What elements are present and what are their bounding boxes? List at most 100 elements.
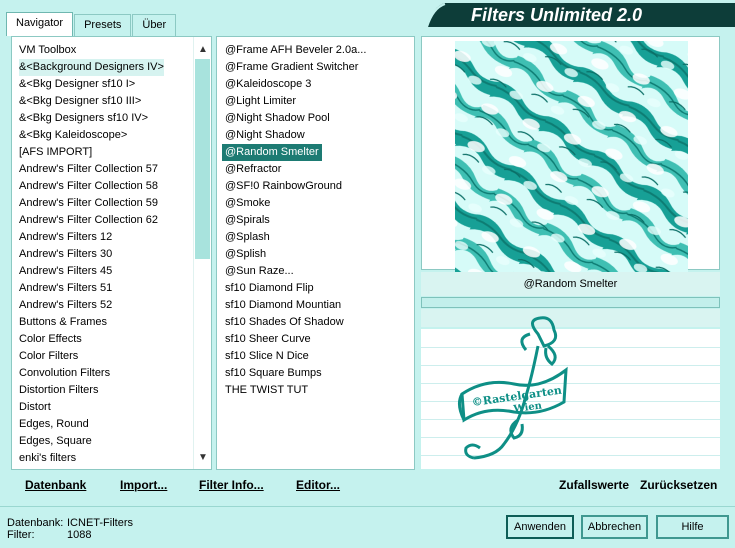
filter-info-button[interactable]: Filter Info...	[199, 478, 264, 492]
filter-item-label: sf10 Slice N Dice	[225, 350, 309, 362]
preview-image	[455, 41, 688, 273]
filter-item-label: sf10 Sheer Curve	[225, 333, 311, 345]
help-button[interactable]: Hilfe	[656, 515, 729, 539]
category-item[interactable]: Andrew's Filter Collection 62	[19, 212, 164, 229]
category-item[interactable]: Edges, Round	[19, 416, 164, 433]
category-item[interactable]: &<Bkg Designer sf10 III>	[19, 93, 164, 110]
filter-item-label: @Random Smelter	[222, 144, 322, 161]
filter-item[interactable]: sf10 Diamond Mountian	[225, 297, 410, 314]
filter-item-label: @Smoke	[225, 197, 271, 209]
app-banner: Filters Unlimited 2.0	[426, 3, 735, 28]
category-item[interactable]: &<Bkg Designer sf10 I>	[19, 76, 164, 93]
category-scrollbar[interactable]: ▲ ▼	[193, 37, 211, 469]
filter-count-label: Filter:	[7, 529, 35, 541]
filter-item[interactable]: @Night Shadow	[225, 127, 410, 144]
status-info: Datenbank: ICNET-Filters Filter: 1088	[7, 517, 133, 541]
category-item[interactable]: Andrew's Filters 45	[19, 263, 164, 280]
category-item[interactable]: Andrew's Filter Collection 59	[19, 195, 164, 212]
preview-panel	[421, 36, 720, 273]
category-item[interactable]: Andrew's Filters 30	[19, 246, 164, 263]
action-bar: Datenbank Import... Filter Info... Edito…	[11, 474, 415, 498]
app-title: Filters Unlimited 2.0	[471, 5, 642, 25]
filter-item-label: @Frame Gradient Switcher	[225, 61, 359, 73]
category-item[interactable]: &<Bkg Kaleidoscope>	[19, 127, 164, 144]
category-item[interactable]: &<Background Designers IV>	[19, 59, 164, 76]
filter-item[interactable]: @Spirals	[225, 212, 410, 229]
category-item[interactable]: Distortion Filters	[19, 382, 164, 399]
filter-item[interactable]: @Kaleidoscope 3	[225, 76, 410, 93]
filter-item[interactable]: sf10 Square Bumps	[225, 365, 410, 382]
filter-item-label: THE TWIST TUT	[225, 384, 309, 396]
filter-item-label: @SF!0 RainbowGround	[225, 180, 342, 192]
database-label: Datenbank:	[7, 517, 64, 529]
editor-button[interactable]: Editor...	[296, 478, 340, 492]
filter-item-label: @Kaleidoscope 3	[225, 78, 312, 90]
filter-item-label: @Refractor	[225, 163, 282, 175]
tab-about[interactable]: Über	[132, 14, 177, 36]
database-button[interactable]: Datenbank	[25, 478, 86, 492]
filter-item-label: @Splish	[225, 248, 267, 260]
filter-item[interactable]: @Random Smelter	[222, 144, 410, 161]
filter-item[interactable]: @SF!0 RainbowGround	[225, 178, 410, 195]
category-item[interactable]: enki's filters	[19, 450, 164, 467]
footer-divider	[0, 506, 735, 507]
cancel-button[interactable]: Abbrechen	[581, 515, 648, 539]
category-item[interactable]: VM Toolbox	[19, 42, 164, 59]
category-item[interactable]: &<Bkg Designers sf10 IV>	[19, 110, 164, 127]
filter-item-label: sf10 Diamond Mountian	[225, 299, 342, 311]
filter-item[interactable]: @Light Limiter	[225, 93, 410, 110]
filter-item[interactable]: sf10 Sheer Curve	[225, 331, 410, 348]
category-item[interactable]: [AFS IMPORT]	[19, 144, 164, 161]
randomize-bar: Zufallswerte Zurücksetzen	[421, 474, 720, 498]
category-item[interactable]: Andrew's Filter Collection 57	[19, 161, 164, 178]
filter-item[interactable]: @Splish	[225, 246, 410, 263]
tab-navigator[interactable]: Navigator	[6, 12, 74, 36]
reset-button[interactable]: Zurücksetzen	[640, 478, 717, 492]
filter-count-value: 1088	[67, 529, 92, 541]
filter-item[interactable]: THE TWIST TUT	[225, 382, 410, 399]
category-item[interactable]: Andrew's Filters 12	[19, 229, 164, 246]
category-list: VM Toolbox &<Background Designers IV> &<Bk…	[11, 36, 212, 470]
selected-filter-name: @Random Smelter	[421, 272, 720, 296]
scrollbar-thumb[interactable]	[195, 59, 210, 259]
category-item[interactable]: Convolution Filters	[19, 365, 164, 382]
apply-button[interactable]: Anwenden	[506, 515, 574, 539]
filter-item[interactable]: @Refractor	[225, 161, 410, 178]
parameter-slider-bar[interactable]	[421, 297, 720, 308]
category-item[interactable]: Andrew's Filters 52	[19, 297, 164, 314]
filter-item-label: sf10 Diamond Flip	[225, 282, 314, 294]
filter-item[interactable]: @Night Shadow Pool	[225, 110, 410, 127]
scroll-up-icon[interactable]: ▲	[194, 41, 211, 59]
filter-item[interactable]: sf10 Diamond Flip	[225, 280, 410, 297]
category-items: VM Toolbox &<Background Designers IV> &<Bk…	[19, 42, 164, 467]
import-button[interactable]: Import...	[120, 478, 167, 492]
filter-item-label: sf10 Shades Of Shadow	[225, 316, 344, 328]
category-item[interactable]: Distort	[19, 399, 164, 416]
filter-list: @Frame AFH Beveler 2.0a... @Frame Gradien…	[216, 36, 415, 470]
filter-item[interactable]: @Splash	[225, 229, 410, 246]
filter-item[interactable]: sf10 Slice N Dice	[225, 348, 410, 365]
category-item[interactable]: Andrew's Filters 51	[19, 280, 164, 297]
database-value: ICNET-Filters	[67, 517, 133, 529]
category-item[interactable]: Buttons & Frames	[19, 314, 164, 331]
filter-item-label: @Light Limiter	[225, 95, 297, 107]
category-item[interactable]: Edges, Square	[19, 433, 164, 450]
tab-presets[interactable]: Presets	[74, 14, 132, 36]
category-item[interactable]: Color Effects	[19, 331, 164, 348]
filter-item[interactable]: @Smoke	[225, 195, 410, 212]
category-item[interactable]: Color Filters	[19, 348, 164, 365]
filter-item-label: @Sun Raze...	[225, 265, 294, 277]
filter-item-label: @Night Shadow Pool	[225, 112, 330, 124]
filter-item-label: sf10 Square Bumps	[225, 367, 322, 379]
filter-item[interactable]: @Frame AFH Beveler 2.0a...	[225, 42, 410, 59]
randomize-button[interactable]: Zufallswerte	[559, 478, 629, 492]
category-item[interactable]: Andrew's Filter Collection 58	[19, 178, 164, 195]
filter-item[interactable]: @Sun Raze...	[225, 263, 410, 280]
scroll-down-icon[interactable]: ▼	[194, 449, 211, 467]
filter-items: @Frame AFH Beveler 2.0a... @Frame Gradien…	[222, 42, 410, 399]
filter-item-label: @Splash	[225, 231, 270, 243]
filter-item[interactable]: sf10 Shades Of Shadow	[225, 314, 410, 331]
filter-item-label: @Night Shadow	[225, 129, 305, 141]
tab-bar: Navigator Presets Über	[6, 12, 177, 36]
filter-item[interactable]: @Frame Gradient Switcher	[225, 59, 410, 76]
